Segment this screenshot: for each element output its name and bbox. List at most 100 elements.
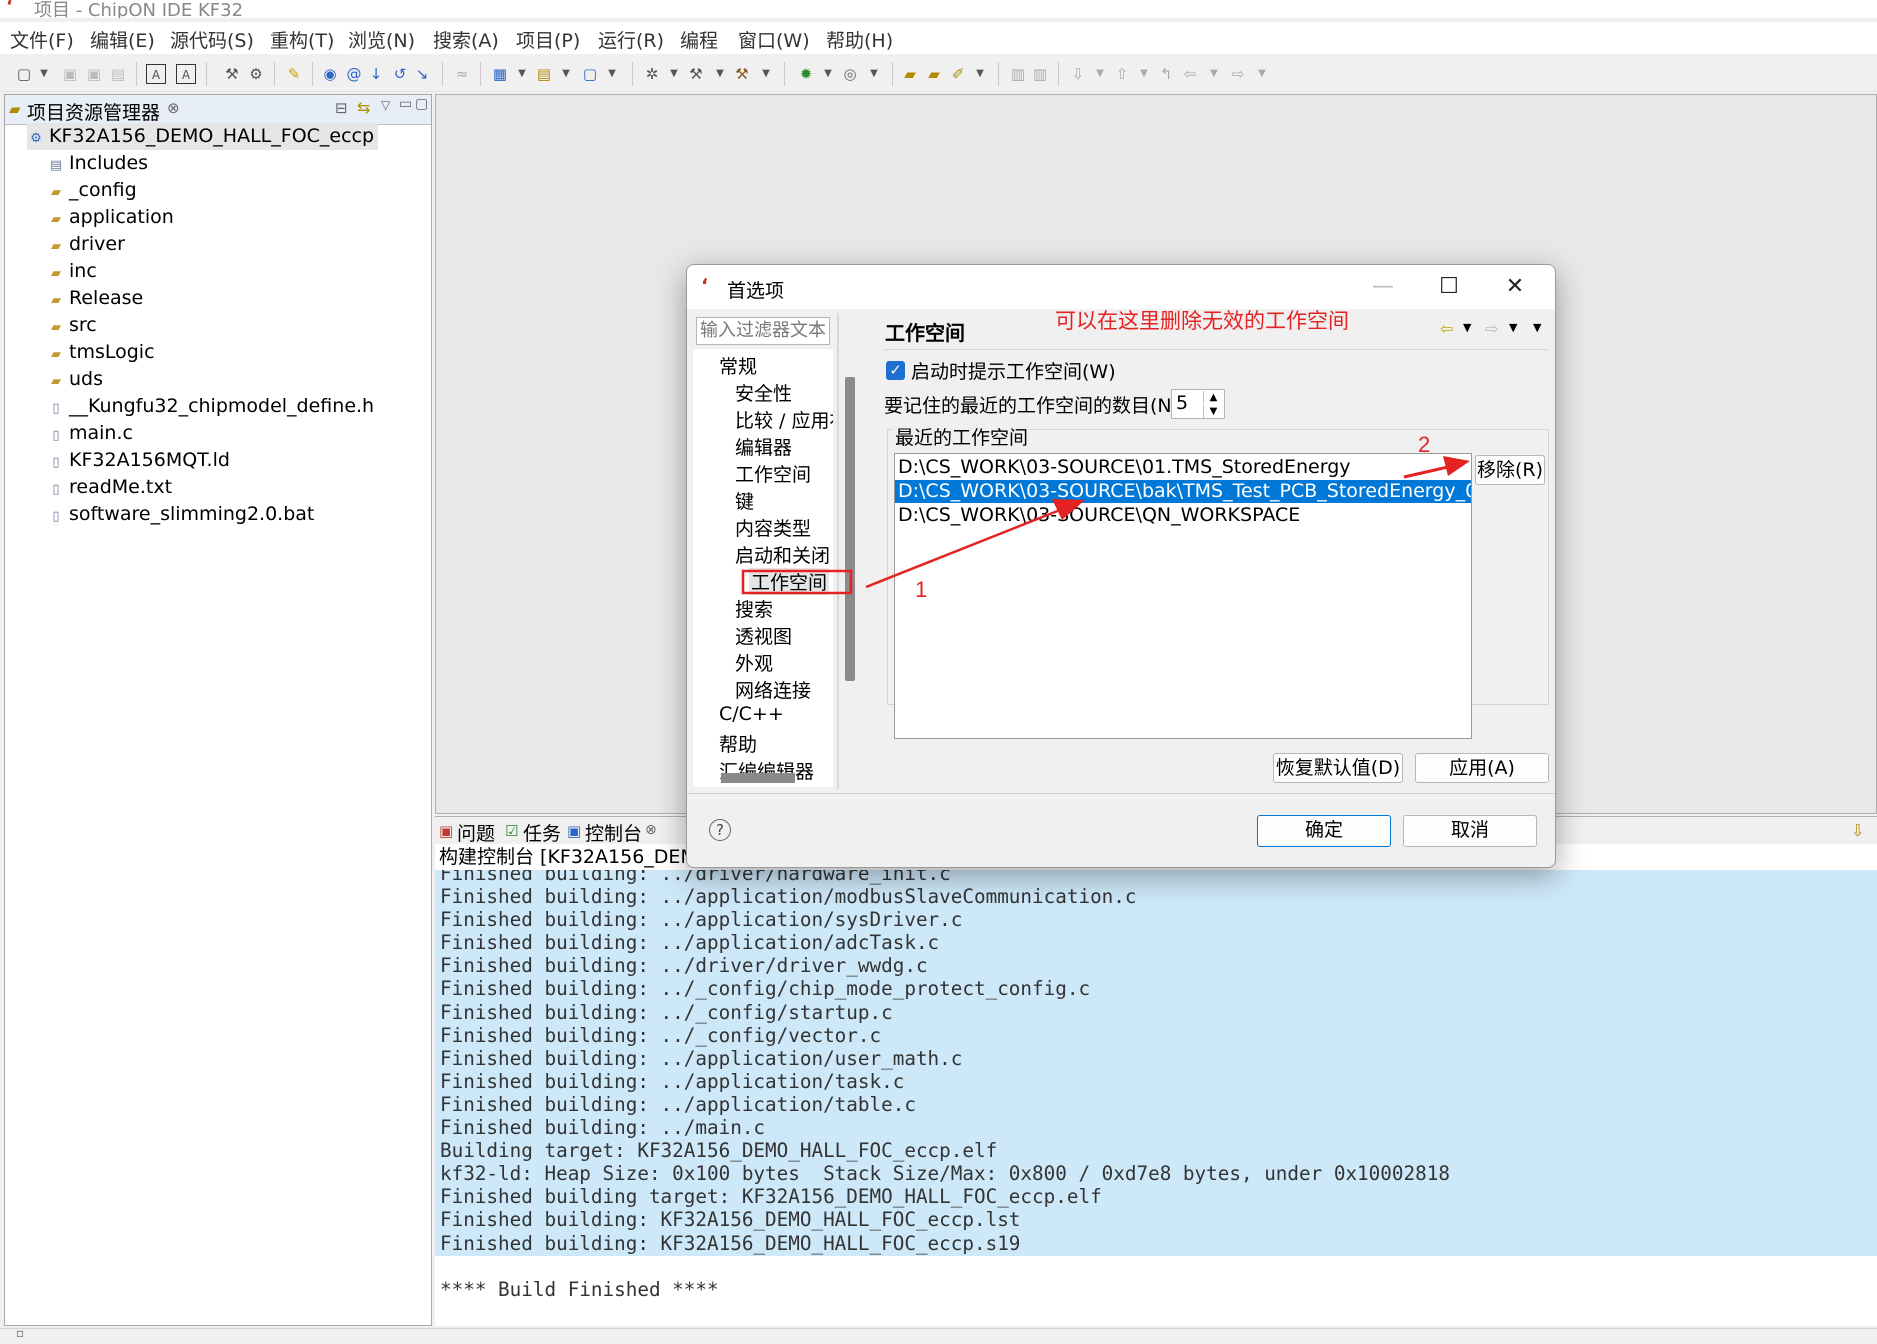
tree-item-readme[interactable]: ▯ readMe.txt bbox=[47, 474, 172, 501]
step-into-icon[interactable]: ↘ bbox=[412, 64, 432, 84]
nav-workspace[interactable]: 工作空间 bbox=[735, 460, 811, 487]
help-icon[interactable]: ? bbox=[709, 819, 731, 841]
back-dropdown-icon[interactable]: ▼ bbox=[1204, 64, 1224, 84]
run-icon[interactable]: ✹ bbox=[796, 64, 816, 84]
back-icon[interactable]: ⇦ bbox=[1180, 64, 1200, 84]
brush-icon[interactable]: ✎ bbox=[284, 64, 304, 84]
tree-item-ld[interactable]: ▯ KF32A156MQT.ld bbox=[47, 447, 229, 474]
workspace-row-selected[interactable]: D:\CS_WORK\03-SOURCE\bak\TMS_Test_PCB_St… bbox=[895, 480, 1471, 503]
forward-icon[interactable]: ⇨ bbox=[1228, 64, 1248, 84]
menu-navigate[interactable]: 浏览(N) bbox=[348, 26, 415, 53]
maximize-button[interactable]: ☐ bbox=[1429, 273, 1469, 301]
tools-icon[interactable]: ⚙ bbox=[246, 64, 266, 84]
page-menu-icon[interactable]: ▼ bbox=[1533, 321, 1541, 334]
nav-splitter[interactable] bbox=[837, 313, 839, 789]
font-increase-icon[interactable]: A bbox=[146, 64, 166, 84]
menu-file[interactable]: 文件(F) bbox=[10, 26, 74, 53]
tab-problems[interactable]: 问题 bbox=[457, 819, 495, 846]
nav-help[interactable]: 帮助 bbox=[719, 730, 757, 757]
prompt-workspace-checkbox[interactable]: ✓ bbox=[886, 361, 905, 380]
remember-count-spinner[interactable]: 5 ▲ ▼ bbox=[1171, 389, 1225, 419]
apply-button[interactable]: 应用(A) bbox=[1415, 753, 1549, 783]
last-edit-icon[interactable]: ↰ bbox=[1156, 64, 1176, 84]
minimize-button[interactable]: — bbox=[1363, 273, 1403, 301]
tree-item-src[interactable]: ▰ src bbox=[47, 312, 97, 339]
back-dropdown-icon[interactable]: ▼ bbox=[1463, 321, 1471, 334]
tree-item-header-file[interactable]: ▯ __Kungfu32_chipmodel_define.h bbox=[47, 393, 374, 420]
forward-dropdown-icon[interactable]: ▼ bbox=[1252, 64, 1272, 84]
nav-startup-shutdown[interactable]: 启动和关闭 bbox=[735, 541, 830, 568]
tree-item-main-c[interactable]: ▯ main.c bbox=[47, 420, 133, 447]
menu-project[interactable]: 项目(P) bbox=[516, 26, 580, 53]
at-icon[interactable]: @ bbox=[344, 64, 364, 84]
nav-content-types[interactable]: 内容类型 bbox=[735, 514, 811, 541]
workspace-row[interactable]: D:\CS_WORK\03-SOURCE\01.TMS_StoredEnergy bbox=[895, 456, 1471, 479]
stop-icon[interactable]: ◎ bbox=[840, 64, 860, 84]
tree-item-bat[interactable]: ▯ software_slimming2.0.bat bbox=[47, 501, 314, 528]
pen-dropdown-icon[interactable]: ▼ bbox=[970, 64, 990, 84]
menu-help[interactable]: 帮助(H) bbox=[826, 26, 893, 53]
cancel-button[interactable]: 取消 bbox=[1403, 815, 1537, 847]
tree-item-driver[interactable]: ▰ driver bbox=[47, 231, 125, 258]
print-icon[interactable]: ▤ bbox=[108, 64, 128, 84]
nav-perspectives[interactable]: 透视图 bbox=[735, 622, 792, 649]
open-folder-icon[interactable]: ▰ bbox=[900, 64, 920, 84]
nav-startup-workspaces[interactable]: 工作空间 bbox=[749, 568, 830, 595]
tool2-icon[interactable]: ⚒ bbox=[732, 64, 752, 84]
tool2-dropdown-icon[interactable]: ▼ bbox=[756, 64, 776, 84]
build-icon[interactable]: ⚒ bbox=[222, 64, 242, 84]
step-over-icon[interactable]: ↺ bbox=[390, 64, 410, 84]
tab-console[interactable]: 控制台 bbox=[585, 819, 642, 846]
stop-dropdown-icon[interactable]: ▼ bbox=[864, 64, 884, 84]
project-root[interactable]: ⚙ KF32A156_DEMO_HALL_FOC_eccp bbox=[27, 123, 379, 150]
menu-search[interactable]: 搜索(A) bbox=[433, 26, 499, 53]
tab-tasks[interactable]: 任务 bbox=[523, 819, 561, 846]
close-tab-icon[interactable]: ⊗ bbox=[645, 822, 657, 838]
tree-item-release[interactable]: ▰ Release bbox=[47, 285, 143, 312]
nav-editors[interactable]: 编辑器 bbox=[735, 433, 792, 460]
view-menu-icon[interactable]: ▽ bbox=[381, 98, 390, 112]
tree-item-uds[interactable]: ▰ uds bbox=[47, 366, 103, 393]
run-dropdown-icon[interactable]: ▼ bbox=[818, 64, 838, 84]
prev-annotation-icon[interactable]: ⇧ bbox=[1112, 64, 1132, 84]
open-type-dropdown-icon[interactable]: ▼ bbox=[556, 64, 576, 84]
layout1-icon[interactable]: ▥ bbox=[1008, 64, 1028, 84]
download-icon[interactable]: ↓ bbox=[366, 64, 386, 84]
forward-dropdown-icon[interactable]: ▼ bbox=[1509, 321, 1517, 334]
spinner-up-icon[interactable]: ▲ bbox=[1203, 391, 1223, 404]
spinner-down-icon[interactable]: ▼ bbox=[1203, 405, 1223, 418]
new-dropdown-icon[interactable]: ▼ bbox=[34, 64, 54, 84]
debug-icon[interactable]: ✲ bbox=[642, 64, 662, 84]
hammer-dropdown-icon[interactable]: ▼ bbox=[710, 64, 730, 84]
nav-vertical-scrollbar[interactable] bbox=[845, 377, 855, 681]
tree-item-config[interactable]: ▰ _config bbox=[47, 177, 137, 204]
pin-console-icon[interactable]: ⇩ bbox=[1851, 821, 1864, 840]
new-file-icon[interactable]: ▢ bbox=[580, 64, 600, 84]
open-type-icon[interactable]: ▤ bbox=[534, 64, 554, 84]
filter-input[interactable]: 输入过滤器文本 bbox=[696, 317, 830, 345]
nav-horizontal-scrollbar[interactable] bbox=[721, 773, 795, 783]
nav-cpp[interactable]: C/C++ bbox=[719, 703, 784, 725]
close-tab-icon[interactable]: ⊗ bbox=[167, 99, 180, 117]
menu-run[interactable]: 运行(R) bbox=[598, 26, 664, 53]
globe-icon[interactable]: ◉ bbox=[320, 64, 340, 84]
debug-dropdown-icon[interactable]: ▼ bbox=[664, 64, 684, 84]
menu-program[interactable]: 编程 bbox=[680, 26, 718, 53]
menu-window[interactable]: 窗口(W) bbox=[738, 26, 810, 53]
next-annotation-icon[interactable]: ⇩ bbox=[1068, 64, 1088, 84]
nav-network[interactable]: 网络连接 bbox=[735, 676, 811, 703]
next-annotation-dropdown-icon[interactable]: ▼ bbox=[1090, 64, 1110, 84]
restore-defaults-button[interactable]: 恢复默认值(D) bbox=[1273, 753, 1403, 783]
link-editor-icon[interactable]: ⇆ bbox=[357, 98, 370, 117]
new-project-icon[interactable]: ▦ bbox=[490, 64, 510, 84]
save-all-icon[interactable]: ▣ bbox=[84, 64, 104, 84]
console-output[interactable]: Finished building: ../driver/hardware_in… bbox=[435, 870, 1877, 1326]
new-icon[interactable]: ▢ bbox=[14, 64, 34, 84]
nav-keys[interactable]: 键 bbox=[735, 487, 754, 514]
open-folder2-icon[interactable]: ▰ bbox=[924, 64, 944, 84]
tree-item-application[interactable]: ▰ application bbox=[47, 204, 174, 231]
nav-security[interactable]: 安全性 bbox=[735, 379, 792, 406]
maximize-icon[interactable]: ▢ bbox=[415, 96, 428, 112]
close-button[interactable]: ✕ bbox=[1495, 273, 1535, 301]
tree-item-inc[interactable]: ▰ inc bbox=[47, 258, 97, 285]
